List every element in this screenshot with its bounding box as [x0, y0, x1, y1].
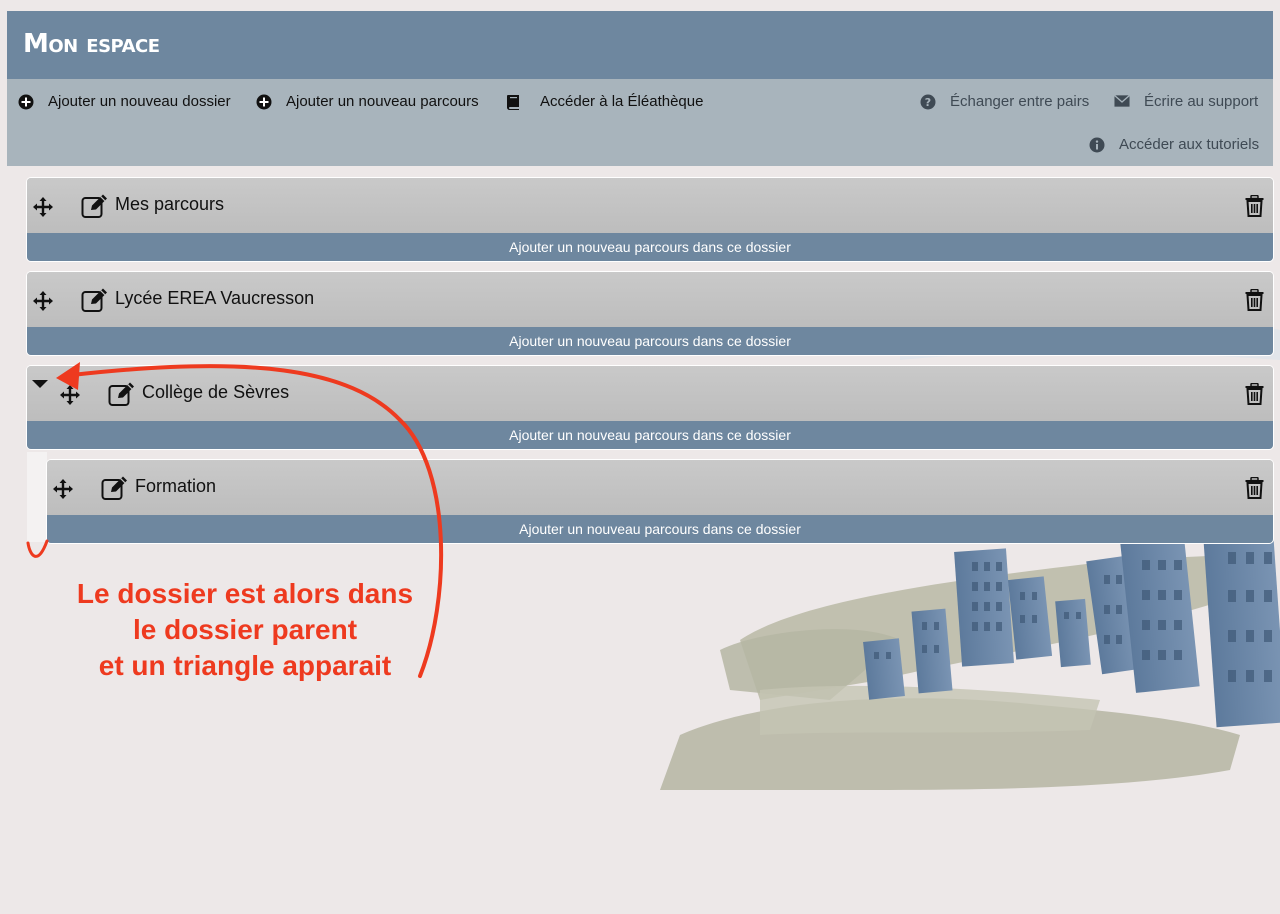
edit-icon[interactable]	[101, 475, 129, 506]
info-circle-icon	[1089, 137, 1105, 153]
page-header: Mon espace	[7, 11, 1273, 79]
annotation-text: Le dossier est alors dans le dossier par…	[30, 576, 460, 684]
support-label: Écrire au support	[1144, 93, 1259, 110]
plus-circle-icon	[18, 94, 34, 110]
move-icon[interactable]	[59, 384, 81, 411]
tutorials-link[interactable]: Accéder aux tutoriels	[1089, 136, 1259, 153]
page-title: Mon espace	[23, 29, 160, 59]
move-icon[interactable]	[32, 290, 54, 317]
add-course-in-folder-button[interactable]: Ajouter un nouveau parcours dans ce doss…	[27, 233, 1273, 261]
folder-title: Collège de Sèvres	[142, 382, 290, 402]
question-circle-icon: ?	[920, 94, 936, 110]
triangle-down-icon[interactable]	[31, 376, 49, 394]
support-link[interactable]: Écrire au support	[1114, 93, 1258, 110]
peers-link[interactable]: ? Échanger entre pairs	[920, 93, 1089, 110]
peers-label: Échanger entre pairs	[950, 93, 1090, 110]
book-icon	[506, 94, 522, 110]
annotation-line: le dossier parent	[132, 614, 358, 645]
annotation-line: et un triangle apparait	[98, 650, 392, 681]
svg-text:?: ?	[925, 96, 931, 109]
trash-icon[interactable]	[1245, 194, 1264, 222]
library-label: Accéder à la Éléathèque	[540, 93, 704, 110]
tutorials-label: Accéder aux tutoriels	[1119, 136, 1260, 153]
add-course-in-folder-button[interactable]: Ajouter un nouveau parcours dans ce doss…	[27, 421, 1273, 449]
trash-icon[interactable]	[1245, 382, 1264, 410]
folder-card: Formation Ajouter un nouveau parcours da…	[47, 460, 1273, 543]
folder-header: Collège de Sèvres	[27, 366, 1273, 421]
folder-header: Mes parcours	[27, 178, 1273, 233]
toolbar: Ajouter un nouveau dossier Ajouter un no…	[7, 79, 1273, 166]
add-course-label: Ajouter un nouveau parcours	[286, 93, 479, 110]
add-folder-button[interactable]: Ajouter un nouveau dossier	[18, 93, 231, 110]
folder-header: Lycée EREA Vaucresson	[27, 272, 1273, 327]
edit-icon[interactable]	[81, 193, 109, 224]
folder-title: Formation	[135, 476, 217, 496]
edit-icon[interactable]	[81, 287, 109, 318]
add-course-in-folder-button[interactable]: Ajouter un nouveau parcours dans ce doss…	[47, 515, 1273, 543]
folder-card: Lycée EREA Vaucresson Ajouter un nouveau…	[27, 272, 1273, 355]
folder-card: Collège de Sèvres Ajouter un nouveau par…	[27, 366, 1273, 449]
child-folder-indent	[27, 452, 47, 542]
add-course-in-folder-button[interactable]: Ajouter un nouveau parcours dans ce doss…	[27, 327, 1273, 355]
move-icon[interactable]	[32, 196, 54, 223]
add-course-button[interactable]: Ajouter un nouveau parcours	[256, 93, 479, 110]
add-folder-label: Ajouter un nouveau dossier	[48, 93, 231, 110]
plus-circle-icon	[256, 94, 272, 110]
folder-title: Mes parcours	[115, 194, 225, 214]
edit-icon[interactable]	[108, 381, 136, 412]
trash-icon[interactable]	[1245, 476, 1264, 504]
folder-title: Lycée EREA Vaucresson	[115, 288, 315, 308]
folder-card: Mes parcours Ajouter un nouveau parcours…	[27, 178, 1273, 261]
trash-icon[interactable]	[1245, 288, 1264, 316]
envelope-icon	[1114, 94, 1130, 110]
folder-header: Formation	[47, 460, 1273, 515]
move-icon[interactable]	[52, 478, 74, 505]
library-link[interactable]: Accéder à la Éléathèque	[506, 93, 703, 110]
annotation-line: Le dossier est alors dans	[76, 578, 414, 609]
